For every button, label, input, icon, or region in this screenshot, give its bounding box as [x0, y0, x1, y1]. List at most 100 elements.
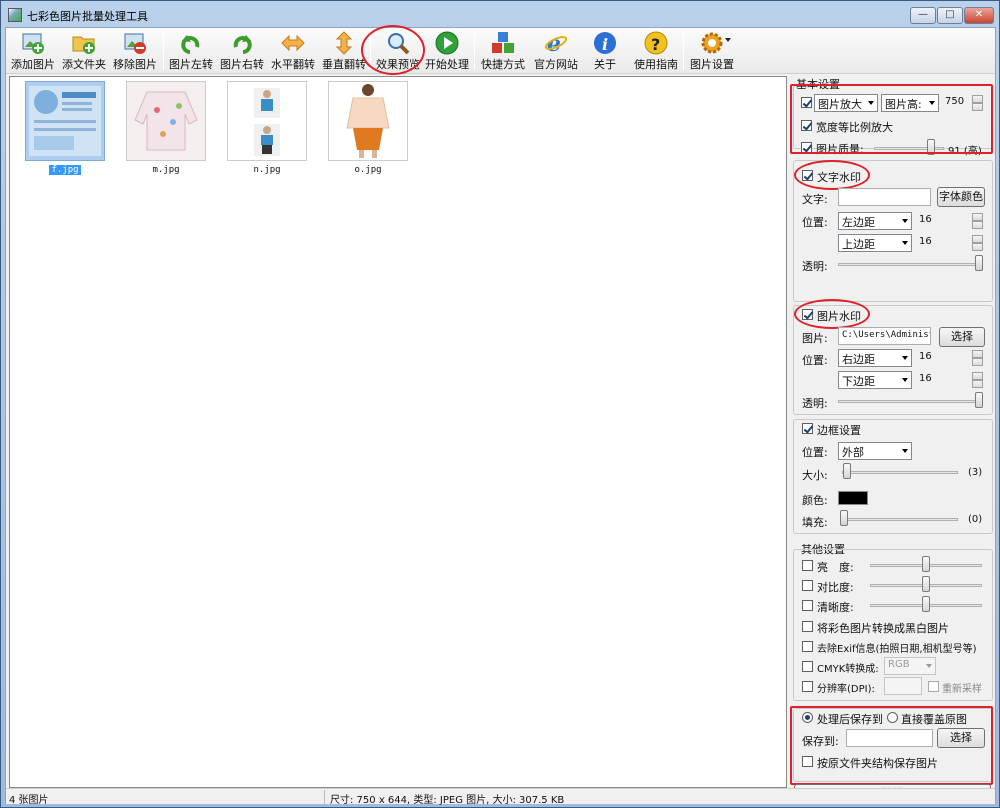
image-v-offset-input[interactable]: 16	[916, 371, 972, 389]
dpi-checkbox[interactable]	[802, 681, 813, 692]
dpi-input[interactable]	[884, 677, 922, 695]
text-v-offset-input[interactable]: 16	[916, 234, 972, 252]
exif-checkbox[interactable]	[802, 641, 813, 652]
image-h-offset-input[interactable]: 16	[916, 349, 972, 367]
border-fill-track[interactable]	[842, 518, 958, 521]
thumbnail-name[interactable]: m.jpg	[126, 165, 206, 175]
remove-image-label: 移除图片	[113, 58, 157, 71]
border-position-label: 位置:	[802, 446, 828, 459]
add-image-button[interactable]: 添加图片	[8, 30, 58, 72]
text-h-offset-input[interactable]: 16	[916, 212, 972, 230]
shortcut-button[interactable]: 快捷方式	[477, 30, 529, 72]
image-label: 图片:	[802, 332, 828, 345]
text-opacity-thumb[interactable]	[975, 255, 983, 271]
official-site-button[interactable]: e 官方网站	[529, 30, 583, 72]
image-v-anchor-select[interactable]: 下边距	[838, 371, 912, 389]
thumbnail-n[interactable]	[227, 81, 307, 161]
image-opacity-track[interactable]	[838, 400, 982, 403]
image-h-anchor-select[interactable]: 右边距	[838, 349, 912, 367]
border-fill-thumb[interactable]	[840, 510, 848, 526]
text-opacity-track[interactable]	[838, 263, 982, 266]
shortcut-label: 快捷方式	[481, 58, 525, 71]
image-h-offset-spinner[interactable]	[972, 350, 983, 366]
choose-image-button[interactable]: 选择	[939, 327, 985, 347]
brightness-checkbox[interactable]	[802, 560, 813, 571]
border-color-swatch[interactable]	[838, 491, 868, 505]
image-thumbnail	[228, 82, 306, 160]
image-v-offset-spinner[interactable]	[972, 372, 983, 388]
add-folder-button[interactable]: 添文件夹	[59, 30, 109, 72]
text-v-offset-spinner[interactable]	[972, 235, 983, 251]
close-button[interactable]: ✕	[964, 7, 994, 24]
app-icon	[8, 8, 22, 22]
text-opacity-label: 透明:	[802, 260, 828, 273]
flip-horizontal-label: 水平翻转	[271, 58, 315, 71]
cmyk-target-select[interactable]: RGB	[884, 657, 936, 675]
rotate-right-button[interactable]: 图片右转	[217, 30, 267, 72]
image-position-label: 位置:	[802, 354, 828, 367]
rotate-left-icon	[181, 35, 200, 54]
flip-vertical-icon	[335, 31, 353, 55]
toolbar-separator	[683, 32, 684, 70]
minimize-button[interactable]: —	[910, 7, 936, 24]
text-h-offset-spinner[interactable]	[972, 213, 983, 229]
thumbnail-name[interactable]: n.jpg	[227, 165, 307, 175]
grayscale-label: 将彩色图片转换成黑白图片	[817, 622, 949, 635]
border-size-thumb[interactable]	[843, 463, 851, 479]
border-size-track[interactable]	[842, 471, 958, 474]
text-v-anchor-select[interactable]: 上边距	[838, 234, 912, 252]
border-position-select[interactable]: 外部	[838, 442, 912, 460]
toolbar: 添加图片 添文件夹 移除图片 图片左转 图片右转 水平翻转 垂直翻转 效果预览 …	[6, 25, 995, 75]
help-icon: ?	[644, 31, 668, 55]
remove-image-button[interactable]: 移除图片	[110, 30, 160, 72]
border-fill-value: (0)	[968, 514, 983, 525]
dropdown-arrow-icon[interactable]	[725, 38, 731, 42]
remove-image-icon	[124, 33, 146, 54]
sharpness-checkbox[interactable]	[802, 600, 813, 611]
image-list[interactable]: f.jpg m.jpg n.jpg o.jpg	[9, 76, 787, 788]
text-h-anchor-select[interactable]: 左边距	[838, 212, 912, 230]
rotate-right-label: 图片右转	[220, 58, 264, 71]
image-thumbnail	[29, 86, 101, 156]
thumbnail-name[interactable]: o.jpg	[328, 165, 408, 175]
border-checkbox[interactable]	[802, 423, 813, 434]
title-bar[interactable]: 七彩色图片批量处理工具 — □ ✕	[1, 1, 999, 29]
grayscale-checkbox[interactable]	[802, 621, 813, 632]
watermark-text-input[interactable]	[838, 188, 931, 206]
rotate-right-icon	[233, 35, 252, 54]
user-guide-button[interactable]: ? 使用指南	[630, 30, 682, 72]
thumbnail-o[interactable]	[328, 81, 408, 161]
annotation-box	[790, 84, 993, 154]
thumbnail-m[interactable]	[126, 81, 206, 161]
contrast-checkbox[interactable]	[802, 580, 813, 591]
thumbnail-name[interactable]: f.jpg	[25, 165, 105, 175]
flip-horizontal-button[interactable]: 水平翻转	[268, 30, 318, 72]
ie-browser-icon: e	[544, 31, 568, 55]
cmyk-checkbox[interactable]	[802, 661, 813, 672]
image-opacity-thumb[interactable]	[975, 392, 983, 408]
about-button[interactable]: i 关于	[580, 30, 630, 72]
contrast-thumb[interactable]	[922, 576, 930, 592]
image-settings-button[interactable]: 图片设置	[686, 30, 738, 72]
flip-vertical-label: 垂直翻转	[322, 58, 366, 71]
contrast-label: 对比度:	[817, 581, 854, 594]
add-folder-label: 添文件夹	[62, 58, 106, 71]
thumbnail-f[interactable]	[25, 81, 105, 161]
font-color-button[interactable]: 字体颜色	[937, 187, 985, 207]
shortcut-cubes-icon	[492, 32, 514, 53]
status-divider	[324, 790, 325, 804]
maximize-button[interactable]: □	[937, 7, 963, 24]
image-count: 4 张图片	[9, 795, 49, 806]
border-size-value: (3)	[968, 467, 983, 478]
watermark-image-path[interactable]: C:\Users\Administr	[838, 327, 931, 345]
resample-checkbox[interactable]	[928, 681, 939, 692]
toolbar-separator	[163, 32, 164, 70]
main-window: 七彩色图片批量处理工具 — □ ✕ 添加图片 添文件夹 移除图片 图片左转 图片…	[0, 0, 1000, 808]
settings-panel: 基本设置 图片放大 图片高: 750 宽度等比例放大 图片质量: 91 (高) …	[790, 76, 994, 804]
dpi-label: 分辨率(DPI):	[817, 684, 875, 695]
start-process-toolbar-button[interactable]: 开始处理	[422, 30, 472, 72]
play-icon	[435, 31, 459, 55]
sharpness-thumb[interactable]	[922, 596, 930, 612]
brightness-thumb[interactable]	[922, 556, 930, 572]
rotate-left-button[interactable]: 图片左转	[166, 30, 216, 72]
